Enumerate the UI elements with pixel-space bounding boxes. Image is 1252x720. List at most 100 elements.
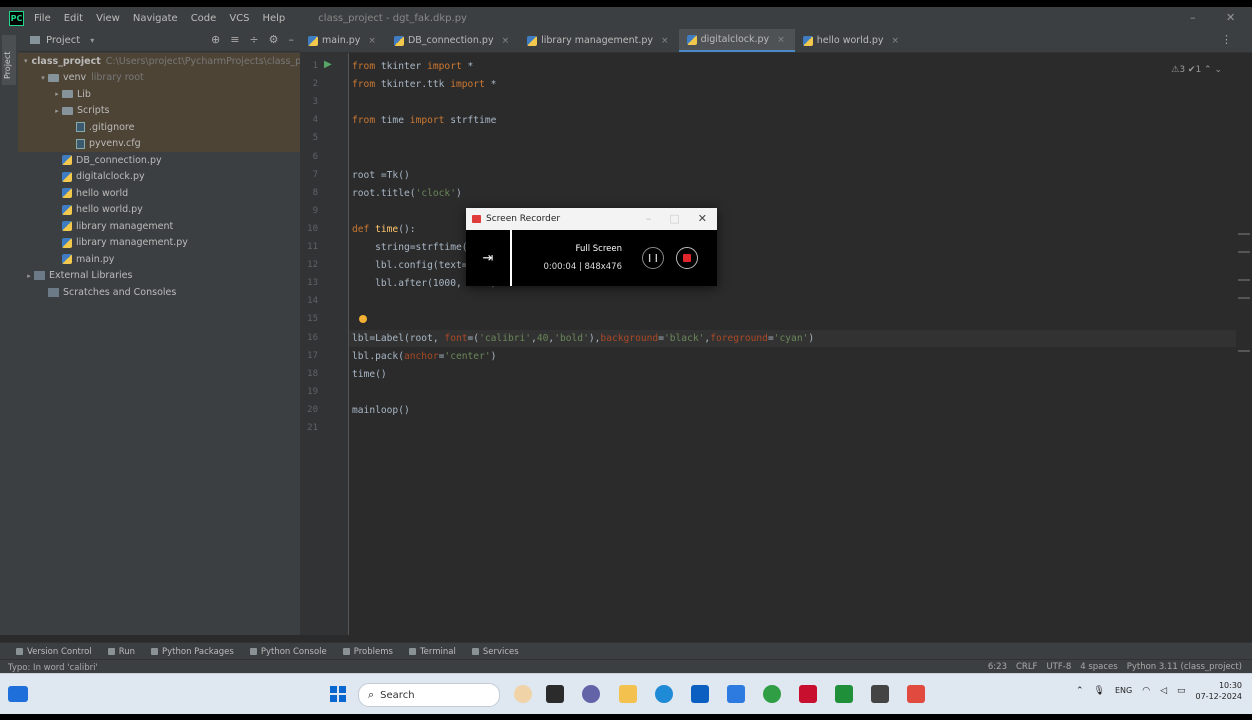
status-item[interactable]: UTF-8 bbox=[1046, 662, 1071, 672]
chevron-right-icon[interactable]: ▸ bbox=[52, 90, 62, 98]
store-icon[interactable] bbox=[691, 685, 709, 703]
menu-vcs[interactable]: VCS bbox=[229, 13, 249, 24]
tree-item[interactable]: ▸ Scripts bbox=[18, 102, 300, 119]
language-indicator[interactable]: ENG bbox=[1115, 686, 1132, 696]
collapse-all-icon[interactable]: ÷ bbox=[249, 33, 258, 46]
minimize-icon[interactable]: – bbox=[1190, 11, 1196, 24]
tool-window-button[interactable]: Services bbox=[471, 647, 519, 657]
tree-item[interactable]: pyvenv.cfg bbox=[18, 135, 300, 152]
recorder-maximize-icon[interactable]: □ bbox=[669, 212, 679, 225]
tree-item[interactable]: ▾ class_project C:\Users\project\PycharmPr… bbox=[18, 53, 313, 70]
tool-window-button[interactable]: Problems bbox=[342, 647, 393, 657]
chevron-down-icon[interactable]: ▾ bbox=[38, 74, 48, 82]
start-button[interactable] bbox=[330, 686, 346, 702]
task-view-icon[interactable] bbox=[546, 685, 564, 703]
status-item[interactable]: 4 spaces bbox=[1080, 662, 1117, 672]
menu-file[interactable]: File bbox=[34, 13, 51, 24]
tree-item[interactable]: library management.py bbox=[18, 235, 300, 252]
tool-window-button[interactable]: Python Console bbox=[249, 647, 327, 657]
copilot-icon[interactable] bbox=[514, 685, 532, 703]
mcafee-icon[interactable] bbox=[799, 685, 817, 703]
tab-close-icon[interactable]: × bbox=[661, 36, 669, 46]
pycharm-taskbar-icon[interactable] bbox=[835, 685, 853, 703]
editor-tab[interactable]: DB_connection.py × bbox=[386, 29, 519, 52]
widgets-icon[interactable] bbox=[8, 686, 28, 702]
intention-bulb-icon[interactable] bbox=[359, 315, 367, 323]
tab-close-icon[interactable]: × bbox=[368, 36, 376, 46]
code-line[interactable]: from time import strftime bbox=[352, 115, 496, 126]
menu-help[interactable]: Help bbox=[262, 13, 285, 24]
editor-tab[interactable]: main.py × bbox=[300, 29, 386, 52]
editor-scrollbar[interactable] bbox=[1236, 53, 1252, 635]
tool-window-button[interactable]: Version Control bbox=[16, 647, 92, 657]
chevron-down-icon[interactable]: ▾ bbox=[24, 57, 28, 65]
code-line[interactable]: root.title('clock') bbox=[352, 188, 462, 199]
menu-code[interactable]: Code bbox=[191, 13, 217, 24]
project-tool-tab[interactable]: Project bbox=[2, 35, 16, 85]
tool-window-button[interactable]: Run bbox=[107, 647, 135, 657]
close-icon[interactable]: ✕ bbox=[1226, 11, 1235, 24]
code-line[interactable]: mainloop() bbox=[352, 405, 410, 416]
mic-icon[interactable]: 🎙 bbox=[1094, 686, 1105, 696]
status-message[interactable]: Typo: In word 'calibri' bbox=[8, 663, 98, 673]
tree-item[interactable]: ▸ Lib bbox=[18, 86, 300, 103]
tab-close-icon[interactable]: × bbox=[892, 36, 900, 46]
code-editor[interactable]: ⚠3 ✔1 ⌃ ⌄ from tkinter import * from tkin… bbox=[349, 53, 1236, 635]
clock[interactable]: 10:30 07-12-2024 bbox=[1196, 680, 1243, 702]
run-icon[interactable]: ▶ bbox=[324, 59, 332, 70]
tree-item[interactable]: hello world bbox=[18, 185, 300, 202]
chrome-icon[interactable] bbox=[763, 685, 781, 703]
inspection-widget[interactable]: ⚠3 ✔1 ⌃ ⌄ bbox=[1171, 65, 1222, 75]
tool-window-button[interactable]: Python Packages bbox=[151, 647, 234, 657]
hide-panel-icon[interactable]: – bbox=[289, 33, 295, 46]
status-item[interactable]: CRLF bbox=[1016, 662, 1037, 672]
tree-item[interactable]: library management bbox=[18, 218, 300, 235]
more-tabs-icon[interactable]: ⋮ bbox=[1221, 33, 1232, 46]
chevron-down-icon[interactable]: ▾ bbox=[90, 36, 94, 45]
snipping-tool-icon[interactable] bbox=[727, 685, 745, 703]
tree-item[interactable]: ▾ venv library root bbox=[18, 69, 300, 86]
taskbar-search[interactable]: ⌕ Search bbox=[358, 683, 500, 707]
status-item[interactable]: Python 3.11 (class_project) bbox=[1127, 662, 1242, 672]
code-line[interactable]: lbl.pack(anchor='center') bbox=[352, 351, 496, 362]
status-item[interactable]: 6:23 bbox=[988, 662, 1007, 672]
code-line[interactable]: root =Tk() bbox=[352, 170, 410, 181]
chevron-right-icon[interactable]: ▸ bbox=[52, 107, 62, 115]
tab-close-icon[interactable]: × bbox=[777, 35, 785, 45]
menu-navigate[interactable]: Navigate bbox=[133, 13, 178, 24]
tree-item[interactable]: ▸ External Libraries bbox=[18, 268, 300, 285]
menu-view[interactable]: View bbox=[96, 13, 120, 24]
file-explorer-icon[interactable] bbox=[619, 685, 637, 703]
volume-icon[interactable]: ◁ bbox=[1160, 686, 1167, 696]
project-panel-title[interactable]: Project bbox=[46, 35, 80, 46]
code-line[interactable]: from tkinter import * bbox=[352, 61, 473, 72]
tree-item[interactable]: hello world.py bbox=[18, 202, 300, 219]
battery-icon[interactable]: ▭ bbox=[1177, 686, 1186, 696]
stop-recording-button[interactable] bbox=[676, 247, 698, 269]
code-line[interactable]: time() bbox=[352, 369, 387, 380]
screen-recorder-taskbar-icon[interactable] bbox=[907, 685, 925, 703]
terminal-icon[interactable] bbox=[871, 685, 889, 703]
chevron-up-icon[interactable]: ⌃ bbox=[1076, 686, 1084, 696]
editor-tab[interactable]: library management.py × bbox=[519, 29, 678, 52]
exit-recorder-icon[interactable]: ⇥ bbox=[466, 230, 512, 286]
chevron-right-icon[interactable]: ▸ bbox=[24, 272, 34, 280]
editor-tab[interactable]: hello world.py × bbox=[795, 29, 909, 52]
settings-gear-icon[interactable]: ⚙ bbox=[269, 33, 279, 46]
wifi-icon[interactable]: ◠ bbox=[1142, 686, 1150, 696]
code-line[interactable]: def time(): bbox=[352, 224, 416, 235]
tree-item[interactable]: Scratches and Consoles bbox=[18, 284, 300, 301]
editor-tab[interactable]: digitalclock.py × bbox=[678, 29, 795, 52]
recorder-close-icon[interactable]: ✕ bbox=[698, 212, 707, 225]
locate-icon[interactable]: ⊕ bbox=[211, 33, 220, 46]
code-line[interactable]: from tkinter.ttk import * bbox=[352, 79, 496, 90]
tree-item[interactable]: main.py bbox=[18, 251, 300, 268]
tree-item[interactable]: digitalclock.py bbox=[18, 169, 300, 186]
expand-all-icon[interactable]: ≡ bbox=[230, 33, 239, 46]
tree-item[interactable]: DB_connection.py bbox=[18, 152, 300, 169]
recorder-minimize-icon[interactable]: – bbox=[646, 212, 652, 225]
tool-window-button[interactable]: Terminal bbox=[408, 647, 456, 657]
code-line[interactable]: lbl=Label(root, font=('calibri',40,'bold… bbox=[352, 333, 814, 344]
teams-chat-icon[interactable] bbox=[582, 685, 600, 703]
pause-button[interactable]: ❙❙ bbox=[642, 247, 664, 269]
